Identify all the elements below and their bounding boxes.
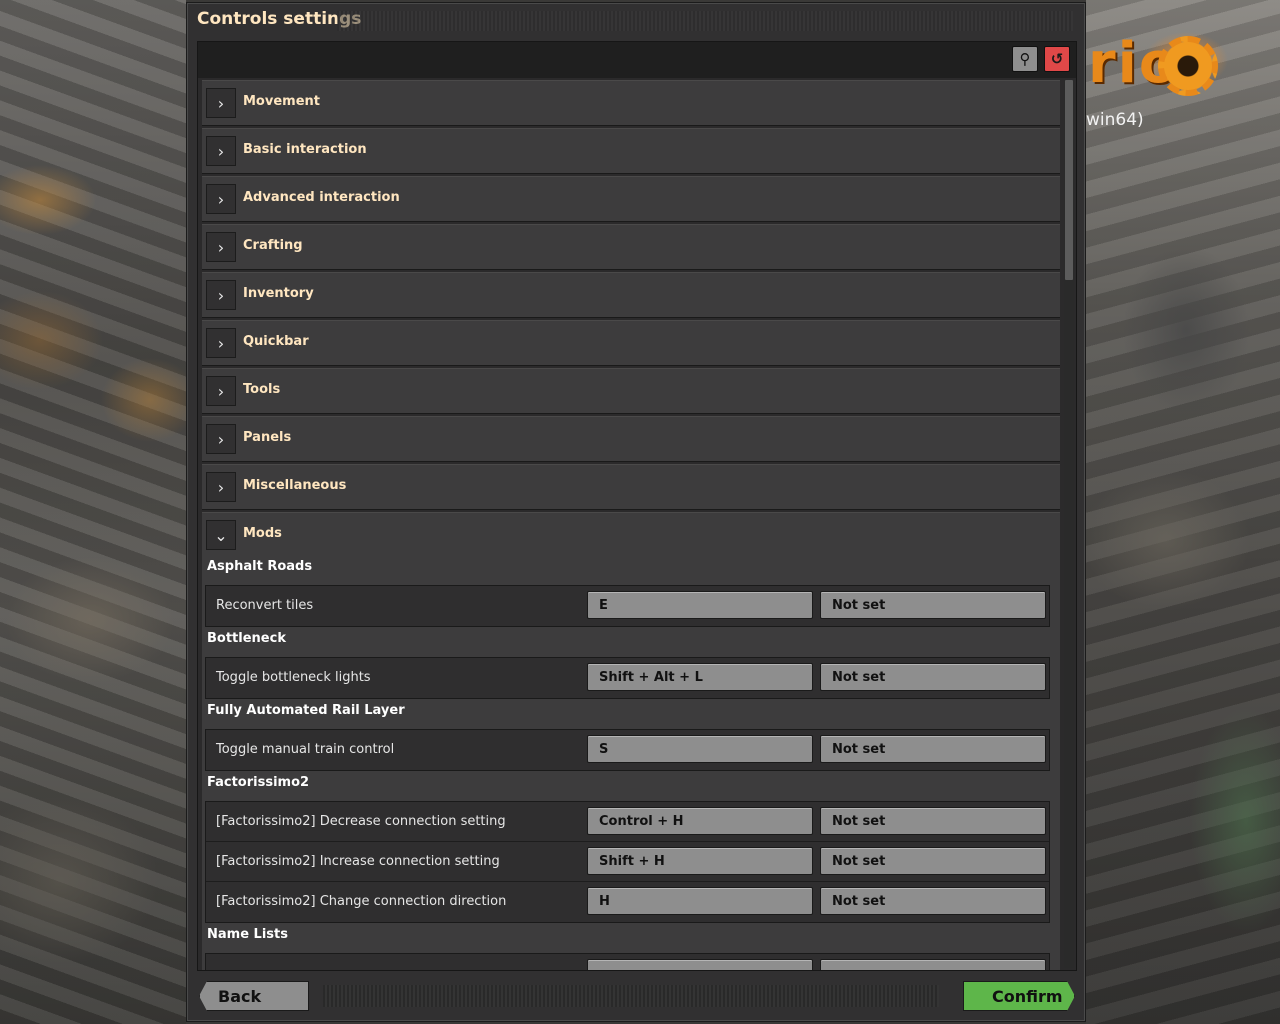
category-label: Movement [243, 94, 320, 109]
settings-panel: ⚲ ↺ › Movement › Basic interaction › Adv… [197, 41, 1077, 971]
mod-group-title: Asphalt Roads [207, 559, 313, 574]
category-movement[interactable]: › Movement [202, 80, 1060, 126]
expand-chevron-icon[interactable]: › [206, 184, 236, 214]
secondary-keybind-button[interactable] [820, 959, 1046, 970]
dialog-footer: Back Confirm [197, 979, 1077, 1015]
secondary-keybind-button[interactable]: Not set [820, 807, 1046, 835]
category-label: Basic interaction [243, 142, 367, 157]
primary-keybind-button[interactable]: Shift + Alt + L [587, 663, 813, 691]
title-bar[interactable]: Controls settings [187, 3, 1085, 37]
version-text-fragment: win64) [1086, 110, 1144, 130]
expand-chevron-icon[interactable]: › [206, 376, 236, 406]
category-inventory[interactable]: › Inventory [202, 272, 1060, 318]
keybind-label: Reconvert tiles [216, 598, 314, 613]
category-label: Tools [243, 382, 281, 397]
keybind-label: Toggle bottleneck lights [216, 670, 371, 685]
list-scrollbar[interactable] [1064, 80, 1074, 968]
mod-group-rows-partial [205, 953, 1050, 970]
category-label: Quickbar [243, 334, 309, 349]
keybind-row: Reconvert tiles E Not set [206, 586, 1049, 626]
reset-button[interactable]: ↺ [1044, 46, 1070, 72]
secondary-keybind-button[interactable]: Not set [820, 847, 1046, 875]
category-panels[interactable]: › Panels [202, 416, 1060, 462]
category-crafting[interactable]: › Crafting [202, 224, 1060, 270]
confirm-button[interactable]: Confirm [963, 981, 1075, 1011]
primary-keybind-button[interactable]: S [587, 735, 813, 763]
expand-chevron-icon[interactable]: › [206, 424, 236, 454]
category-mods: ⌄ Mods Asphalt Roads Reconvert tiles E N… [202, 512, 1060, 970]
search-button[interactable]: ⚲ [1012, 46, 1038, 72]
title-drag-handle[interactable] [337, 11, 1073, 31]
mod-group-title: Bottleneck [207, 631, 286, 646]
keybind-row: [Factorissimo2] Increase connection sett… [206, 842, 1049, 882]
keybind-row: [Factorissimo2] Decrease connection sett… [206, 802, 1049, 842]
category-label: Crafting [243, 238, 303, 253]
mod-group-title: Factorissimo2 [207, 775, 310, 790]
keybind-row: Toggle manual train control S Not set [206, 730, 1049, 770]
controls-settings-window: Controls settings ⚲ ↺ › Movement › Basic… [186, 2, 1086, 1022]
keybind-label: [Factorissimo2] Decrease connection sett… [216, 814, 506, 829]
scrollbar-thumb[interactable] [1065, 80, 1073, 280]
expand-chevron-icon[interactable]: › [206, 472, 236, 502]
category-advanced-interaction[interactable]: › Advanced interaction [202, 176, 1060, 222]
secondary-keybind-button[interactable]: Not set [820, 663, 1046, 691]
expand-chevron-icon[interactable]: › [206, 136, 236, 166]
category-label: Panels [243, 430, 292, 445]
keybind-row: [Factorissimo2] Change connection direct… [206, 882, 1049, 922]
primary-keybind-button[interactable]: Control + H [587, 807, 813, 835]
keybind-label: Toggle manual train control [216, 742, 395, 757]
logo-gear-icon [1158, 36, 1218, 96]
controls-list[interactable]: › Movement › Basic interaction › Advance… [202, 80, 1060, 970]
background-left-scene [0, 0, 186, 1024]
expand-chevron-icon[interactable]: › [206, 328, 236, 358]
background-right-scene [1086, 0, 1280, 1024]
mod-group-title: Fully Automated Rail Layer [207, 703, 405, 718]
mod-group-rows: Reconvert tiles E Not set [205, 585, 1050, 627]
toolbar: ⚲ ↺ [198, 42, 1076, 78]
keybind-label: [Factorissimo2] Change connection direct… [216, 894, 507, 909]
expand-chevron-icon[interactable]: › [206, 280, 236, 310]
footer-drag-handle[interactable] [323, 985, 939, 1007]
category-basic-interaction[interactable]: › Basic interaction [202, 128, 1060, 174]
secondary-keybind-button[interactable]: Not set [820, 887, 1046, 915]
primary-keybind-button[interactable]: E [587, 591, 813, 619]
category-label: Advanced interaction [243, 190, 400, 205]
primary-keybind-button[interactable]: H [587, 887, 813, 915]
category-tools[interactable]: › Tools [202, 368, 1060, 414]
primary-keybind-button[interactable]: Shift + H [587, 847, 813, 875]
secondary-keybind-button[interactable]: Not set [820, 735, 1046, 763]
keybind-row: Toggle bottleneck lights Shift + Alt + L… [206, 658, 1049, 698]
keybind-label: [Factorissimo2] Increase connection sett… [216, 854, 500, 869]
category-label: Miscellaneous [243, 478, 347, 493]
category-miscellaneous[interactable]: › Miscellaneous [202, 464, 1060, 510]
primary-keybind-button[interactable] [587, 959, 813, 970]
expand-chevron-icon[interactable]: › [206, 88, 236, 118]
category-label: Inventory [243, 286, 314, 301]
category-quickbar[interactable]: › Quickbar [202, 320, 1060, 366]
secondary-keybind-button[interactable]: Not set [820, 591, 1046, 619]
reset-icon: ↺ [1050, 49, 1064, 68]
mod-group-title: Name Lists [207, 927, 288, 942]
mod-group-rows: [Factorissimo2] Decrease connection sett… [205, 801, 1050, 923]
collapse-chevron-icon[interactable]: ⌄ [206, 520, 236, 550]
category-label: Mods [243, 526, 282, 541]
search-icon: ⚲ [1019, 49, 1031, 68]
back-button[interactable]: Back [199, 981, 309, 1011]
expand-chevron-icon[interactable]: › [206, 232, 236, 262]
mod-group-rows: Toggle manual train control S Not set [205, 729, 1050, 771]
mod-group-rows: Toggle bottleneck lights Shift + Alt + L… [205, 657, 1050, 699]
